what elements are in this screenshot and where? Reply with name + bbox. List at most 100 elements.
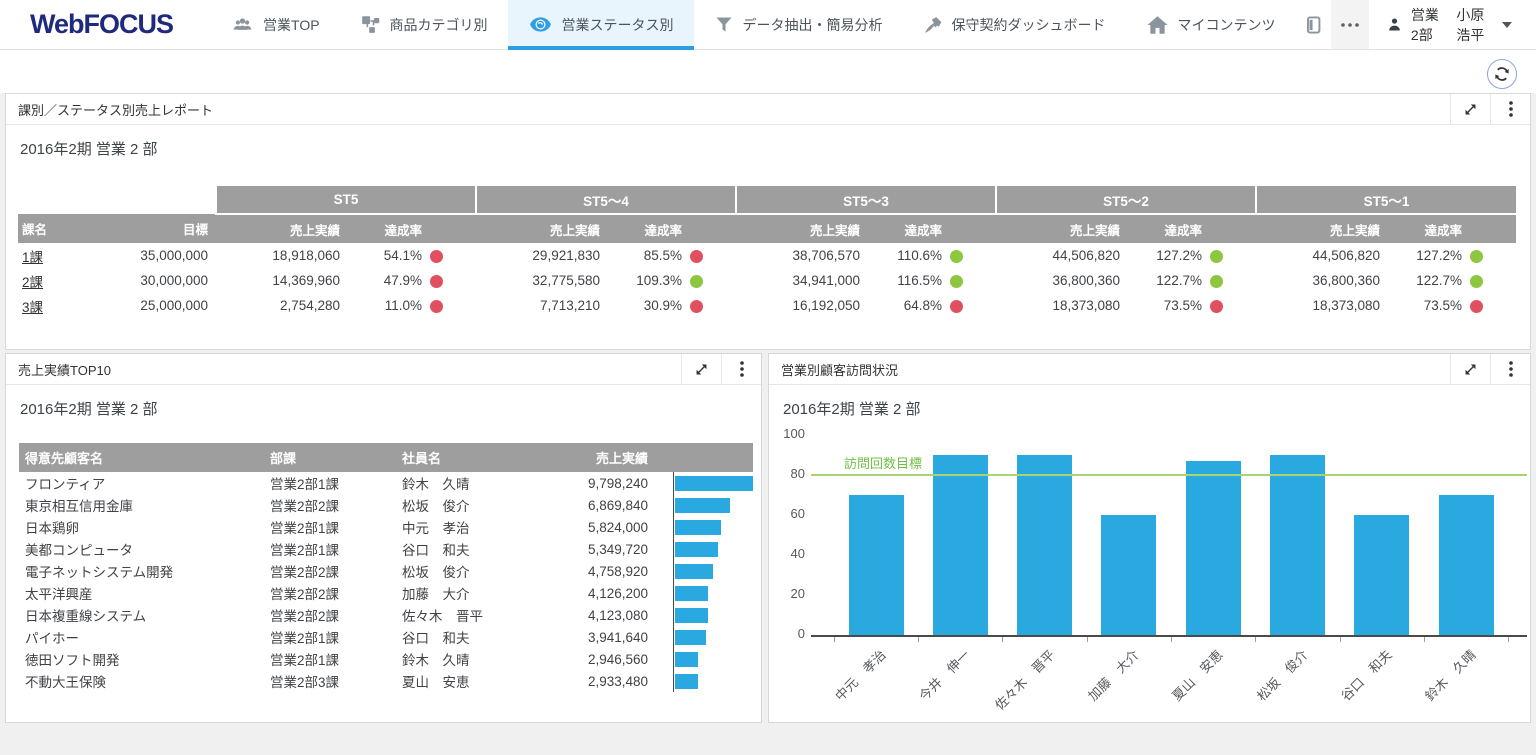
rate-value: 64.8% [903,298,943,313]
axis-tick [918,637,920,642]
panel-menu-button[interactable] [721,354,761,384]
panel-menu-button[interactable] [1490,94,1530,124]
bar[interactable] [1101,515,1157,635]
column-header-row: 課名 目標 売上実績 達成率 売上実績 達成率 売上実績 達成率 売上実績 達成率 売上実績 達成率 [18,214,1517,243]
customer-link[interactable]: 美都コンピュータ [25,543,133,558]
sales-value: 4,758,920 [587,563,648,579]
status-dot-red [430,274,443,288]
tab-maintenance-dashboard[interactable]: 保守契約ダッシュボード [903,0,1126,49]
status-dot-red [1470,299,1484,313]
expand-button[interactable] [1450,94,1490,124]
target-line [811,474,1527,476]
customer-link[interactable]: 電子ネットシステム開発 [25,565,173,580]
axis-tick [1424,637,1425,642]
visits-bar-chart: 0 20 40 60 80 100 訪問回数目標 中元 孝治 今井 伸一 佐々木 晋平 加藤 大介夏… [769,384,1530,722]
sales-value: 36,800,360 [1052,273,1121,288]
report-subtitle: 2016年2期 営業 2 部 [20,401,158,418]
tab-my-content[interactable]: マイコンテンツ [1126,0,1296,49]
sales-value: 44,506,820 [1052,248,1121,263]
x-axis-label: 中元 孝治 [832,647,889,704]
sales-value: 18,373,080 [1312,298,1381,313]
nav-right: 営業2部 小原 浩平 [1296,0,1536,49]
customer-link[interactable]: 日本鶏卵 [25,521,79,536]
expand-button[interactable] [1450,354,1490,384]
column-header-status [690,214,737,243]
kebab-icon [1508,361,1513,377]
column-header-sales: 売上実績 [476,214,608,243]
status-dot-red [950,299,964,313]
customer-link[interactable]: フロンティア [25,477,105,492]
rate-value: 116.5% [897,273,943,288]
column-header-status [430,214,476,243]
customer-link[interactable]: 東京相互信用金庫 [25,499,133,514]
sales-value: 4,123,080 [587,607,648,623]
sales-bar [675,541,718,557]
axis-tick [833,637,835,642]
bar[interactable] [932,455,988,635]
employee-value: 鈴木 久晴 [402,477,470,492]
caret-down-icon [1502,21,1512,28]
rate-value: 85.5% [643,248,682,263]
tab-label: 営業TOP [263,16,320,33]
employee-value: 谷口 和夫 [402,631,470,646]
department-link[interactable]: 1課 [22,250,43,265]
customer-link[interactable]: パイホー [25,631,79,646]
sales-value: 3,941,640 [587,629,648,645]
sales-value: 36,800,360 [1312,273,1381,288]
expand-button[interactable] [681,354,721,384]
tab-data-extract[interactable]: データ抽出・簡易分析 [694,0,903,49]
tab-sales-top[interactable]: 営業TOP [211,0,340,49]
target-value: 35,000,000 [140,248,208,263]
axis-tick [1002,637,1004,642]
customer-link[interactable]: 太平洋興産 [25,587,93,602]
customer-link[interactable]: 日本複重線システム [25,609,146,624]
y-axis-label: 80 [790,466,805,481]
sales-value: 2,946,560 [587,651,648,667]
column-header-rate: 達成率 [348,214,430,243]
status-dot-green [950,274,964,288]
kebab-icon [739,361,744,377]
customer-link[interactable]: 不動大王保険 [25,675,106,690]
x-axis-label: 夏山 安恵 [1169,647,1226,704]
mobile-preview-button[interactable] [1296,0,1331,49]
bar[interactable] [1017,455,1073,635]
user-menu[interactable]: 営業2部 小原 浩平 [1369,0,1536,49]
bar[interactable] [1354,515,1410,635]
bar[interactable] [1270,455,1325,635]
expand-icon [1463,362,1478,377]
sales-value: 2,933,480 [587,673,648,689]
panel-menu-button[interactable] [1490,354,1530,384]
y-axis-label: 100 [783,426,805,441]
sitemap-icon [360,14,381,35]
tab-label: データ抽出・簡易分析 [742,16,883,33]
column-header-rate: 達成率 [868,214,951,243]
tab-product-category[interactable]: 商品カテゴリ別 [340,0,508,49]
sales-value: 34,941,000 [792,273,861,288]
column-header-sales: 売上実績 [996,214,1129,243]
y-axis-label: 20 [790,586,805,601]
bar[interactable] [848,495,904,635]
sales-bar [675,651,698,667]
department-link[interactable]: 2課 [22,275,43,290]
sales-value: 14,369,960 [272,273,340,288]
bar[interactable] [1438,495,1494,635]
kebab-icon [1508,101,1513,117]
dept-value: 営業2部2課 [270,587,340,602]
table-row: 徳田ソフト開発 営業2部1課 鈴木 久晴 2,946,560 [19,648,753,670]
group-header: ST5〜4 [474,186,737,215]
toolbar-strip [0,50,1536,93]
department-link[interactable]: 3課 [22,300,43,315]
status-dot-red [690,299,703,313]
status-dot-green [1470,274,1484,288]
group-header: ST5〜1 [1255,186,1517,215]
sales-value: 18,918,060 [272,248,340,263]
bar[interactable] [1185,461,1241,635]
employee-value: 谷口 和夫 [402,543,470,558]
customer-link[interactable]: 徳田ソフト開発 [25,653,120,668]
sales-value: 38,706,570 [792,248,861,263]
refresh-button[interactable] [1487,59,1517,89]
column-header-row: 得意先顧客名 部課 社員名 売上実績 [19,443,753,472]
tab-sales-status[interactable]: 営業ステータス別 [507,0,694,50]
more-menu-button[interactable] [1330,0,1369,49]
table-row: フロンティア 営業2部1課 鈴木 久晴 9,798,240 [19,472,753,494]
